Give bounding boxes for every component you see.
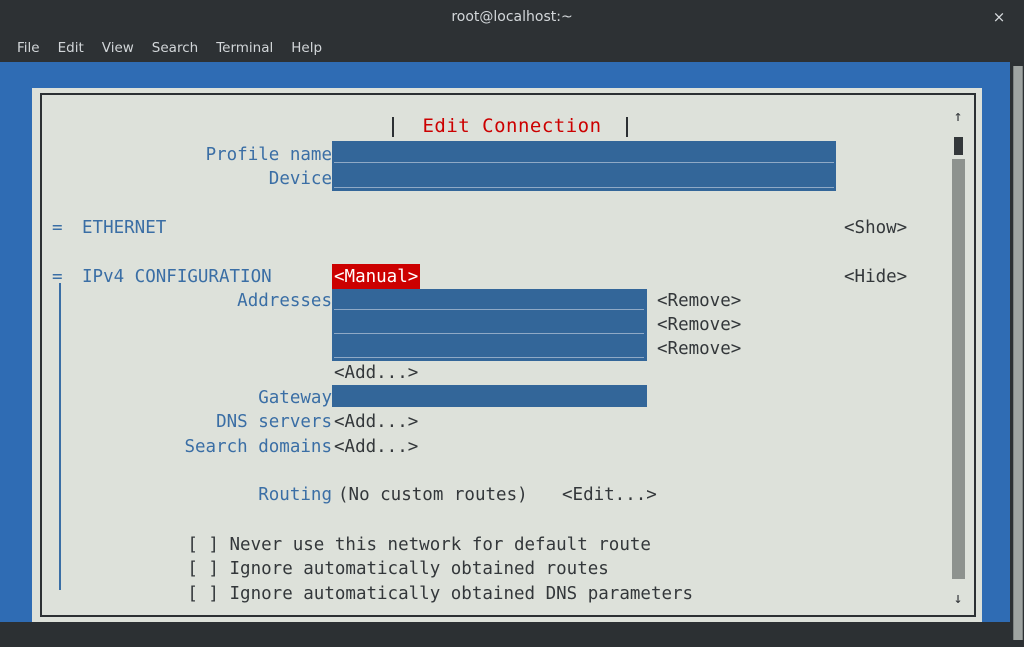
- scroll-down-arrow-icon[interactable]: ↓: [948, 589, 968, 607]
- address-input-1[interactable]: 192.168.10.10/24: [332, 289, 647, 313]
- menu-item-file[interactable]: File: [8, 34, 49, 62]
- search-domains-label: Search domains: [132, 435, 332, 460]
- address-remove-button-3[interactable]: <Remove>: [657, 337, 741, 362]
- menu-item-view[interactable]: View: [93, 34, 143, 62]
- address-remove-button-2[interactable]: <Remove>: [657, 313, 741, 338]
- menu-item-terminal[interactable]: Terminal: [207, 34, 282, 62]
- dialog-scrollbar[interactable]: ↑ ↓: [948, 107, 968, 607]
- scrollbar-position-indicator[interactable]: [954, 137, 963, 155]
- terminal-window: root@localhost:~ × File Edit View Search…: [0, 0, 1024, 647]
- routing-label: Routing: [132, 483, 332, 508]
- menu-item-search[interactable]: Search: [143, 34, 207, 62]
- dialog-title-tick-left: [392, 117, 394, 137]
- window-title: root@localhost:~: [0, 0, 1024, 34]
- addresses-label: Addresses: [132, 289, 332, 314]
- menu-item-help[interactable]: Help: [282, 34, 331, 62]
- address-remove-button-1[interactable]: <Remove>: [657, 289, 741, 314]
- window-titlebar: root@localhost:~ ×: [0, 0, 1024, 35]
- profile-name-input[interactable]: ens160: [332, 141, 836, 166]
- ipv4-section-treeline: [59, 283, 61, 590]
- address-input-2[interactable]: 192.168.10.20/24: [332, 313, 647, 337]
- search-domains-add-button[interactable]: <Add...>: [334, 435, 418, 460]
- dialog-title: Edit Connection: [382, 115, 642, 137]
- dns-servers-label: DNS servers: [132, 410, 332, 435]
- checkbox-box-3: [ ]: [187, 584, 219, 604]
- ipv4-hide-button[interactable]: <Hide>: [844, 265, 907, 290]
- checkbox-ignore-dns[interactable]: [ ] Ignore automatically obtained DNS pa…: [82, 557, 693, 631]
- ethernet-show-button[interactable]: <Show>: [844, 216, 907, 241]
- address-add-button[interactable]: <Add...>: [334, 361, 418, 386]
- dialog-content: Profile name ens160 Device ens160 (00:0C…: [42, 95, 978, 619]
- menubar: File Edit View Search Terminal Help: [0, 34, 1024, 62]
- ipv4-section-label: IPv4 CONFIGURATION: [82, 265, 272, 290]
- gateway-input[interactable]: [332, 385, 647, 407]
- edit-connection-dialog: Edit Connection Profile name ens160 Devi…: [40, 93, 976, 617]
- dns-servers-add-button[interactable]: <Add...>: [334, 410, 418, 435]
- terminal-content: Edit Connection Profile name ens160 Devi…: [0, 62, 1024, 647]
- profile-name-label: Profile name: [132, 143, 332, 168]
- checkbox-label-3: Ignore automatically obtained DNS parame…: [230, 584, 694, 604]
- routing-edit-button[interactable]: <Edit...>: [562, 483, 657, 508]
- ethernet-collapse-marker[interactable]: =: [52, 216, 63, 241]
- scroll-up-arrow-icon[interactable]: ↑: [948, 107, 968, 125]
- ethernet-section-label: ETHERNET: [82, 216, 166, 241]
- terminal-scrollbar[interactable]: [1013, 66, 1023, 640]
- close-icon[interactable]: ×: [982, 0, 1016, 34]
- scrollbar-track[interactable]: [952, 159, 965, 579]
- menu-item-edit[interactable]: Edit: [49, 34, 93, 62]
- ipv4-method-select[interactable]: <Manual>: [332, 264, 420, 291]
- device-input[interactable]: ens160 (00:0C:29:7D:27:BF): [332, 166, 836, 191]
- gateway-label: Gateway: [132, 386, 332, 411]
- dialog-title-tick-right: [626, 117, 628, 137]
- address-input-3[interactable]: 192.168.10.30/24: [332, 337, 647, 361]
- routing-value: (No custom routes): [338, 483, 528, 508]
- device-label: Device: [132, 167, 332, 192]
